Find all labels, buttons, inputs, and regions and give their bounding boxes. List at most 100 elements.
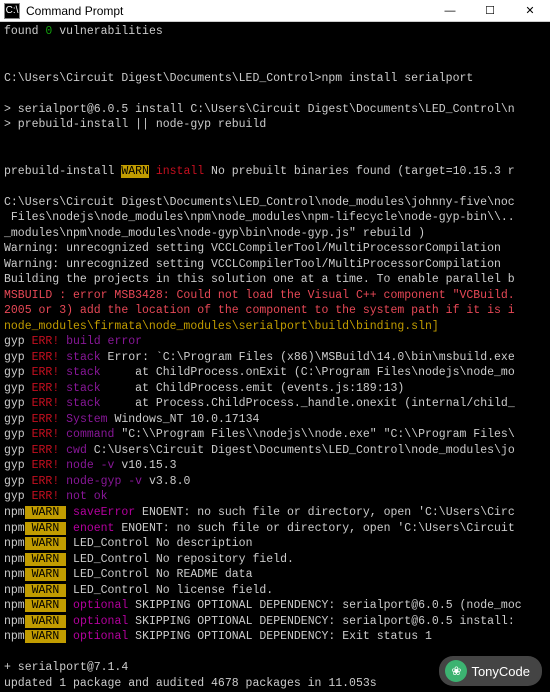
terminal-segment: C:\Users\Circuit Digest\Documents\LED_Co…: [87, 444, 515, 457]
terminal-segment: gyp: [4, 413, 25, 426]
terminal-segment: ERR!: [25, 397, 66, 410]
terminal-output[interactable]: found 0 vulnerabilities C:\Users\Circuit…: [0, 22, 550, 692]
terminal-segment: ERR!: [25, 413, 66, 426]
terminal-segment: > prebuild-install || node-gyp rebuild: [4, 118, 266, 131]
terminal-segment: [149, 165, 156, 178]
terminal-line: C:\Users\Circuit Digest\Documents\LED_Co…: [4, 71, 546, 87]
terminal-segment: npm: [4, 599, 25, 612]
terminal-segment: > serialport@6.0.5 install C:\Users\Circ…: [4, 103, 515, 116]
terminal-segment: 2005 or 3) add the location of the compo…: [4, 304, 515, 317]
close-button[interactable]: ✕: [510, 0, 550, 21]
terminal-segment: gyp: [4, 366, 25, 379]
terminal-line: prebuild-install WARN install No prebuil…: [4, 164, 546, 180]
terminal-segment: stack: [66, 397, 101, 410]
terminal-segment: node_modules\firmata\node_modules\serial…: [4, 320, 439, 333]
terminal-segment: stack: [66, 382, 101, 395]
terminal-line: Files\nodejs\node_modules\npm\node_modul…: [4, 210, 546, 226]
terminal-segment: "C:\\Program Files\\nodejs\\node.exe" "C…: [114, 428, 514, 441]
terminal-segment: Windows_NT 10.0.17134: [108, 413, 260, 426]
terminal-line: npm WARN saveError ENOENT: no such file …: [4, 505, 546, 521]
terminal-segment: stack: [66, 351, 101, 364]
terminal-line: C:\Users\Circuit Digest\Documents\LED_Co…: [4, 195, 546, 211]
terminal-segment: [4, 180, 11, 193]
terminal-segment: WARN: [25, 630, 66, 643]
terminal-segment: ERR!: [25, 335, 66, 348]
terminal-segment: WARN: [25, 599, 66, 612]
terminal-segment: optional: [66, 630, 128, 643]
terminal-line: npm WARN optional SKIPPING OPTIONAL DEPE…: [4, 598, 546, 614]
terminal-segment: npm: [4, 537, 25, 550]
terminal-segment: npm: [4, 630, 25, 643]
terminal-segment: ERR!: [25, 475, 66, 488]
terminal-segment: npm: [4, 584, 25, 597]
terminal-segment: Warning: unrecognized setting VCCLCompil…: [4, 242, 501, 255]
terminal-segment: not ok: [66, 490, 107, 503]
terminal-segment: + serialport@7.1.4: [4, 661, 128, 674]
terminal-segment: gyp: [4, 335, 25, 348]
terminal-line: gyp ERR! node-gyp -v v3.8.0: [4, 474, 546, 490]
terminal-segment: node-gyp -v: [66, 475, 142, 488]
terminal-segment: WARN: [25, 615, 66, 628]
terminal-segment: install: [156, 165, 204, 178]
terminal-segment: No prebuilt binaries found (target=10.15…: [204, 165, 515, 178]
maximize-button[interactable]: ☐: [470, 0, 510, 21]
terminal-segment: npm: [4, 568, 25, 581]
terminal-segment: optional: [66, 615, 128, 628]
minimize-button[interactable]: —: [430, 0, 470, 21]
terminal-segment: gyp: [4, 397, 25, 410]
terminal-segment: Warning: unrecognized setting VCCLCompil…: [4, 258, 501, 271]
terminal-line: Warning: unrecognized setting VCCLCompil…: [4, 241, 546, 257]
terminal-segment: Files\nodejs\node_modules\npm\node_modul…: [4, 211, 515, 224]
terminal-line: > prebuild-install || node-gyp rebuild: [4, 117, 546, 133]
terminal-segment: npm: [4, 615, 25, 628]
terminal-segment: WARN: [121, 165, 149, 178]
terminal-segment: gyp: [4, 475, 25, 488]
terminal-line: gyp ERR! stack at ChildProcess.onExit (C…: [4, 365, 546, 381]
terminal-segment: v10.15.3: [114, 459, 176, 472]
terminal-line: npm WARN optional SKIPPING OPTIONAL DEPE…: [4, 614, 546, 630]
terminal-segment: SKIPPING OPTIONAL DEPENDENCY: serialport…: [128, 615, 514, 628]
terminal-segment: ERR!: [25, 351, 66, 364]
terminal-line: npm WARN LED_Control No license field.: [4, 583, 546, 599]
terminal-segment: [4, 134, 11, 147]
terminal-segment: at ChildProcess.onExit (C:\Program Files…: [101, 366, 515, 379]
terminal-line: [4, 55, 546, 71]
terminal-segment: gyp: [4, 459, 25, 472]
terminal-line: node_modules\firmata\node_modules\serial…: [4, 319, 546, 335]
terminal-segment: LED_Control No repository field.: [66, 553, 294, 566]
terminal-line: gyp ERR! stack Error: `C:\Program Files …: [4, 350, 546, 366]
terminal-segment: gyp: [4, 444, 25, 457]
terminal-segment: cwd: [66, 444, 87, 457]
terminal-segment: ERR!: [25, 444, 66, 457]
terminal-segment: found: [4, 25, 45, 38]
terminal-segment: at Process.ChildProcess._handle.onexit (…: [101, 397, 515, 410]
watermark-avatar-icon: ❀: [445, 660, 467, 682]
terminal-segment: [4, 87, 11, 100]
terminal-segment: [4, 149, 11, 162]
terminal-line: npm WARN LED_Control No description: [4, 536, 546, 552]
terminal-segment: gyp: [4, 382, 25, 395]
terminal-segment: Building the projects in this solution o…: [4, 273, 515, 286]
terminal-line: [4, 148, 546, 164]
terminal-segment: stack: [66, 366, 101, 379]
terminal-segment: npm: [4, 553, 25, 566]
terminal-line: gyp ERR! System Windows_NT 10.0.17134: [4, 412, 546, 428]
window-titlebar: C:\ Command Prompt — ☐ ✕: [0, 0, 550, 22]
window-title: Command Prompt: [24, 4, 430, 18]
terminal-segment: npm: [4, 522, 25, 535]
terminal-line: gyp ERR! not ok: [4, 489, 546, 505]
terminal-segment: [4, 56, 11, 69]
terminal-segment: WARN: [25, 584, 66, 597]
terminal-segment: Error: `C:\Program Files (x86)\MSBuild\1…: [101, 351, 515, 364]
terminal-segment: ERR!: [25, 428, 66, 441]
watermark-badge: ❀ TonyCode: [439, 656, 542, 686]
window-controls: — ☐ ✕: [430, 0, 550, 21]
terminal-segment: ENOENT: no such file or directory, open …: [114, 522, 514, 535]
terminal-line: gyp ERR! stack at Process.ChildProcess._…: [4, 396, 546, 412]
terminal-segment: WARN: [25, 506, 66, 519]
terminal-line: Warning: unrecognized setting VCCLCompil…: [4, 257, 546, 273]
terminal-segment: SKIPPING OPTIONAL DEPENDENCY: Exit statu…: [128, 630, 432, 643]
terminal-line: _modules\npm\node_modules\node-gyp\bin\n…: [4, 226, 546, 242]
terminal-line: 2005 or 3) add the location of the compo…: [4, 303, 546, 319]
terminal-line: Building the projects in this solution o…: [4, 272, 546, 288]
